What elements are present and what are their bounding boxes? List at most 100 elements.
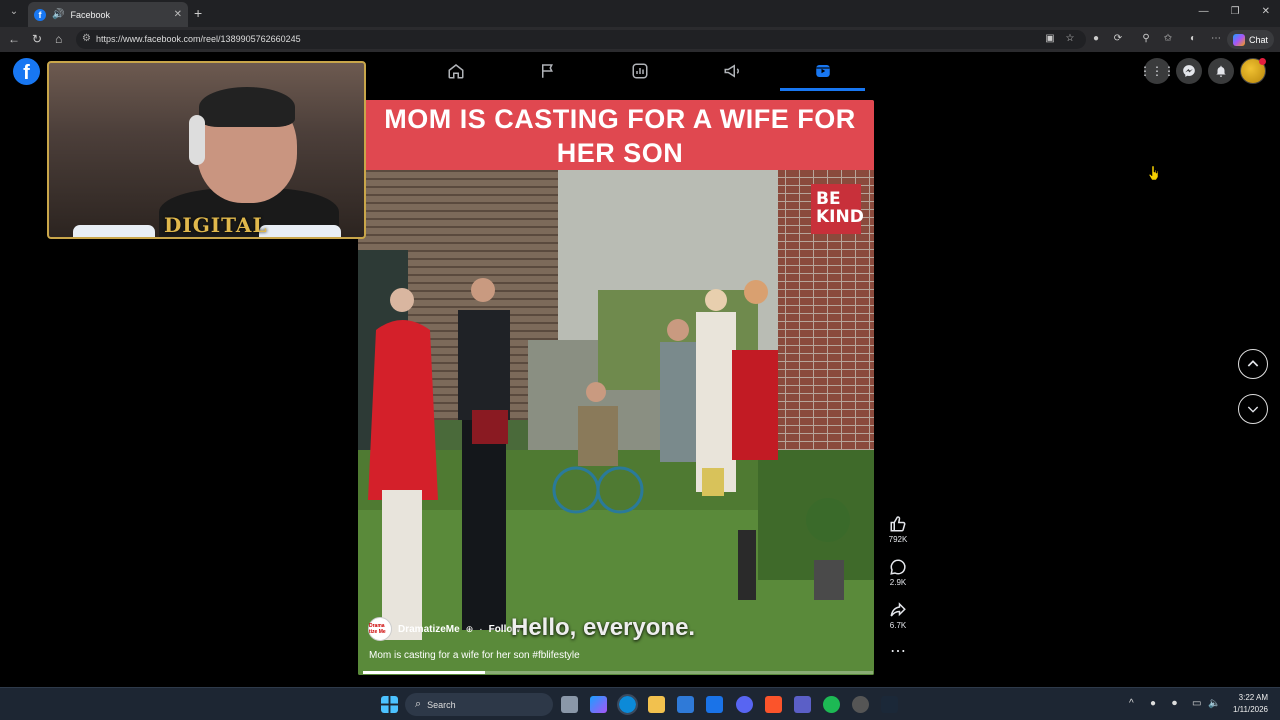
refresh-icon[interactable]: ↻ bbox=[32, 32, 42, 46]
video-subtitle: Hello, everyone. bbox=[511, 614, 696, 641]
browser-tab-bar: ⌄ f 🔊 Facebook ✕ + — ❐ ✕ bbox=[0, 0, 1280, 27]
facebook-favicon-icon: f bbox=[34, 8, 46, 21]
reel-author: Drama tize Me DramatizeMe ⊕ · Follow bbox=[368, 617, 520, 641]
split-screen-icon[interactable]: ⚲ bbox=[1140, 33, 1152, 45]
steam-icon[interactable] bbox=[881, 696, 898, 713]
bell-icon[interactable] bbox=[1208, 58, 1234, 84]
comment-button[interactable]: 2.9K bbox=[884, 558, 912, 587]
extension-puzzle-icon[interactable]: ⟳ bbox=[1112, 33, 1124, 45]
globe-icon: ⊕ bbox=[465, 623, 474, 634]
browser-nav-bar: ← ↻ ⌂ ⚙ https://www.facebook.com/reel/13… bbox=[0, 27, 1280, 52]
author-name[interactable]: DramatizeMe bbox=[398, 624, 460, 635]
previous-reel-button[interactable] bbox=[1238, 349, 1268, 379]
home-browser-icon[interactable]: ⌂ bbox=[55, 32, 62, 46]
address-bar[interactable]: ⚙ https://www.facebook.com/reel/13899057… bbox=[76, 30, 1086, 49]
like-count: 792K bbox=[888, 535, 908, 544]
new-tab-icon[interactable]: + bbox=[194, 5, 202, 21]
close-window-icon[interactable]: ✕ bbox=[1262, 6, 1270, 17]
maximize-icon[interactable]: ❐ bbox=[1231, 6, 1240, 17]
store-icon[interactable] bbox=[677, 696, 694, 713]
more-menu-icon[interactable]: ⋯ bbox=[1210, 33, 1222, 45]
minimize-icon[interactable]: — bbox=[1199, 6, 1209, 17]
favorite-star-icon[interactable]: ☆ bbox=[1064, 33, 1076, 45]
extension-icon[interactable]: ● bbox=[1090, 33, 1102, 45]
search-label: Search bbox=[427, 699, 456, 710]
task-view-icon[interactable] bbox=[561, 696, 578, 713]
notification-dot bbox=[1259, 58, 1266, 65]
flag-icon[interactable] bbox=[539, 62, 557, 80]
dashboard-icon[interactable] bbox=[631, 62, 649, 80]
teams-icon[interactable] bbox=[794, 696, 811, 713]
webcam-person-hair bbox=[199, 87, 295, 127]
taskbar-clock[interactable]: 3:22 AM 1/11/2026 bbox=[1233, 692, 1268, 716]
thumbs-up-icon bbox=[890, 516, 906, 532]
tray-app-icon[interactable]: ● bbox=[1150, 698, 1156, 709]
app-icon[interactable] bbox=[852, 696, 869, 713]
window-controls: — ❐ ✕ bbox=[1199, 6, 1270, 17]
copilot-chat-button[interactable]: Chat bbox=[1226, 30, 1274, 49]
more-options-icon[interactable]: ⋯ bbox=[884, 644, 912, 660]
profile-icon[interactable]: ◐ bbox=[1187, 33, 1199, 45]
tab-close-icon[interactable]: ✕ bbox=[174, 9, 182, 20]
webcam-logo-text: DIGITAL bbox=[164, 213, 268, 237]
windows-taskbar: ⌕ Search ^ ● ⏺ ▭ 🔈 3:22 AM 1/11/2026 bbox=[0, 687, 1280, 720]
chevron-down-icon bbox=[1247, 406, 1259, 413]
copilot-taskbar-icon[interactable] bbox=[590, 696, 607, 713]
menu-grid-icon[interactable]: ⋮⋮⋮ bbox=[1139, 58, 1175, 84]
tab-list-icon[interactable]: ⌄ bbox=[6, 6, 22, 20]
comment-count: 2.9K bbox=[889, 578, 907, 587]
reel-caption[interactable]: Mom is casting for a wife for her son #f… bbox=[369, 650, 580, 661]
home-icon[interactable] bbox=[447, 62, 465, 80]
facebook-logo-icon[interactable]: f bbox=[13, 58, 40, 85]
microphone-icon[interactable]: ⏺ bbox=[1172, 698, 1177, 709]
headphones-icon bbox=[189, 115, 205, 165]
spotify-icon[interactable] bbox=[823, 696, 840, 713]
tray-expand-icon[interactable]: ^ bbox=[1129, 698, 1134, 709]
profile-avatar[interactable] bbox=[1240, 58, 1266, 84]
file-explorer-icon[interactable] bbox=[648, 696, 665, 713]
hand-cursor-icon bbox=[1149, 166, 1159, 180]
share-button[interactable]: 6.7K bbox=[884, 601, 912, 630]
discord-icon[interactable] bbox=[736, 696, 753, 713]
active-tab-indicator bbox=[780, 88, 865, 91]
share-count: 6.7K bbox=[889, 621, 907, 630]
separator-dot: · bbox=[479, 623, 483, 635]
brave-icon[interactable] bbox=[765, 696, 782, 713]
clock-time: 3:22 AM bbox=[1238, 693, 1268, 702]
like-button[interactable]: 792K bbox=[884, 515, 912, 544]
reels-icon[interactable] bbox=[814, 62, 832, 80]
webcam-lower-panel-right bbox=[259, 225, 341, 237]
reel-title: MOM IS CASTING FOR A WIFE FOR HER SON bbox=[384, 104, 856, 168]
be-kind-sign: BE KIND bbox=[811, 184, 864, 234]
comment-icon bbox=[890, 559, 906, 575]
windows-start-icon[interactable] bbox=[381, 696, 398, 713]
back-icon[interactable]: ← bbox=[8, 32, 20, 46]
messenger-icon[interactable] bbox=[1176, 58, 1202, 84]
taskbar-search[interactable]: ⌕ Search bbox=[405, 693, 553, 716]
video-progress-fill bbox=[363, 671, 486, 674]
webcam-lower-panel-left bbox=[73, 225, 155, 237]
chevron-up-icon bbox=[1247, 360, 1259, 367]
next-reel-button[interactable] bbox=[1238, 394, 1268, 424]
video-progress-bar[interactable] bbox=[363, 671, 873, 674]
volume-icon[interactable]: 🔈 bbox=[1208, 698, 1220, 709]
app-available-icon[interactable]: ▣ bbox=[1044, 33, 1056, 45]
reel-video[interactable]: MOM IS CASTING FOR A WIFE FOR HER SON BE… bbox=[358, 100, 874, 675]
copilot-icon bbox=[1232, 33, 1245, 46]
speaker-icon[interactable]: 🔊 bbox=[52, 9, 64, 20]
share-icon bbox=[890, 602, 906, 617]
author-avatar[interactable]: Drama tize Me bbox=[368, 617, 392, 641]
network-icon[interactable]: ▭ bbox=[1192, 698, 1201, 709]
url-text: https://www.facebook.com/reel/1389905762… bbox=[96, 34, 301, 44]
chat-label: Chat bbox=[1248, 34, 1268, 45]
browser-tab[interactable]: f 🔊 Facebook ✕ bbox=[28, 2, 188, 27]
clock-date: 1/11/2026 bbox=[1233, 705, 1268, 714]
site-info-icon[interactable]: ⚙ bbox=[82, 33, 91, 44]
favorites-icon[interactable]: ✩ bbox=[1162, 33, 1174, 45]
edge-icon[interactable] bbox=[617, 694, 638, 715]
reel-video-scene bbox=[358, 170, 874, 675]
search-icon: ⌕ bbox=[415, 698, 422, 710]
outlook-icon[interactable] bbox=[706, 696, 723, 713]
tab-title: Facebook bbox=[70, 9, 110, 20]
megaphone-icon[interactable] bbox=[723, 62, 741, 80]
